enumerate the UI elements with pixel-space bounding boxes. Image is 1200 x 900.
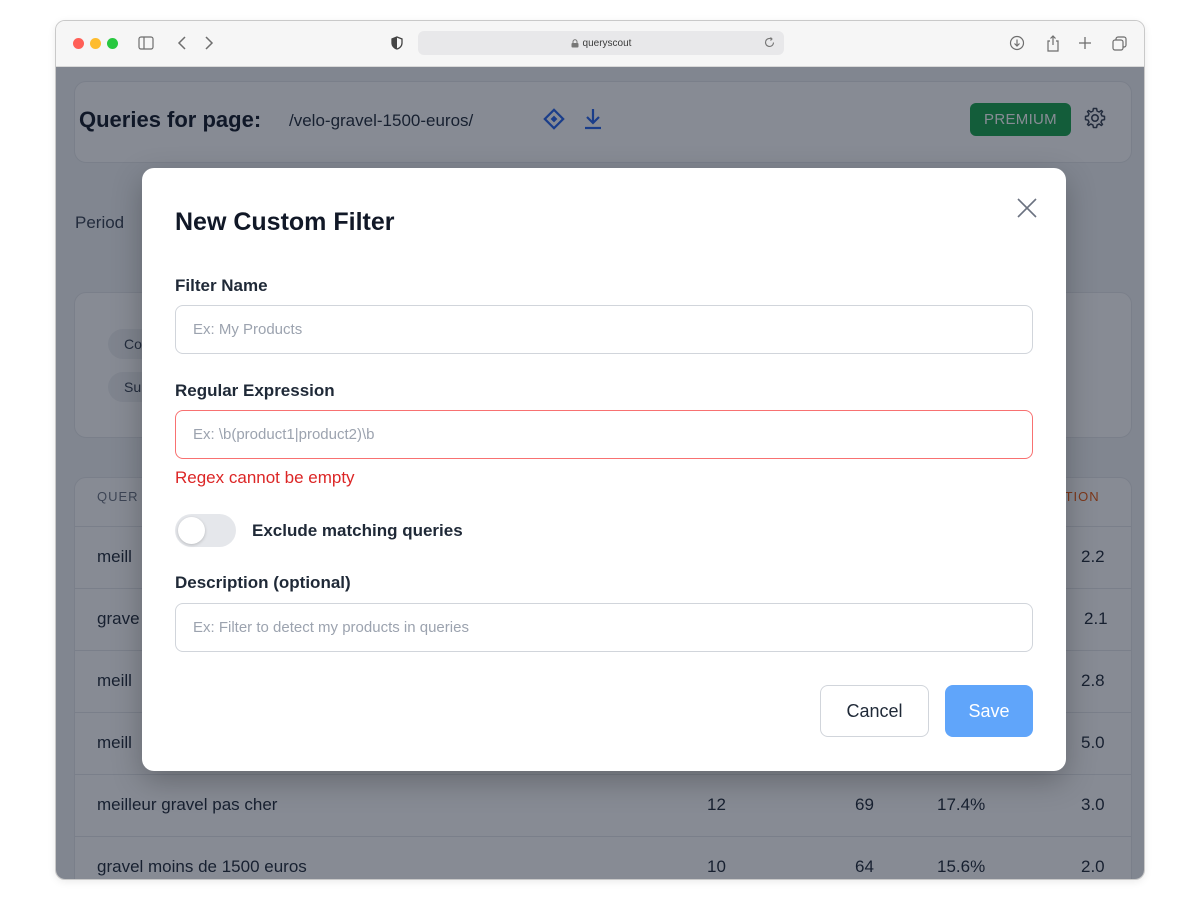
address-bar[interactable]: queryscout <box>418 31 784 55</box>
exclude-toggle[interactable] <box>175 514 236 547</box>
close-icon[interactable] <box>1015 196 1039 220</box>
filter-name-label: Filter Name <box>175 276 268 295</box>
filter-name-input[interactable] <box>175 305 1033 354</box>
lock-icon <box>571 38 579 47</box>
tabs-icon[interactable] <box>1109 33 1129 53</box>
share-icon[interactable] <box>1043 33 1063 53</box>
back-icon[interactable] <box>172 33 192 53</box>
exclude-toggle-label: Exclude matching queries <box>252 521 463 540</box>
download-icon[interactable] <box>1007 33 1027 53</box>
sidebar-icon[interactable] <box>136 33 156 53</box>
shield-icon[interactable] <box>387 33 407 53</box>
browser-window: queryscout Queries for page: /velo-grave… <box>55 20 1145 880</box>
regex-error-message: Regex cannot be empty <box>175 468 355 487</box>
plus-icon[interactable] <box>1075 33 1095 53</box>
custom-filter-modal: New Custom Filter Filter Name Regular Ex… <box>142 168 1066 771</box>
toggle-knob <box>178 517 205 544</box>
description-label: Description (optional) <box>175 573 351 592</box>
url-text: queryscout <box>582 37 632 49</box>
zoom-window-button[interactable] <box>107 38 118 49</box>
modal-title: New Custom Filter <box>175 208 395 236</box>
browser-toolbar: queryscout <box>56 21 1144 67</box>
cancel-button[interactable]: Cancel <box>820 685 929 737</box>
reload-icon[interactable] <box>763 36 776 49</box>
save-button[interactable]: Save <box>945 685 1033 737</box>
description-input[interactable] <box>175 603 1033 652</box>
regex-label: Regular Expression <box>175 381 335 400</box>
close-window-button[interactable] <box>73 38 84 49</box>
minimize-window-button[interactable] <box>90 38 101 49</box>
forward-icon[interactable] <box>199 33 219 53</box>
regex-input[interactable] <box>175 410 1033 459</box>
